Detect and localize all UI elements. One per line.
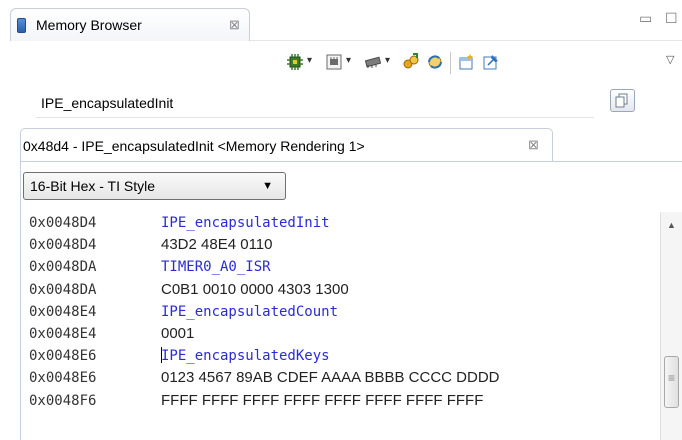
memory-address: 0x0048E6: [29, 370, 97, 387]
memory-data: FFFF FFFF FFFF FFFF FFFF FFFF FFFF FFFF: [161, 391, 484, 409]
memory-browser-tab[interactable]: Memory Browser ⊠: [10, 8, 250, 41]
memory-table[interactable]: 0x0048D4 IPE_encapsulatedInit 0x0048D4 43D…: [20, 212, 660, 412]
view-tab-bar: Memory Browser ⊠ ▭ ☐: [0, 0, 682, 41]
memory-rendering-tab[interactable]: 0x48d4 - IPE_encapsulatedInit <Memory Re…: [20, 128, 553, 162]
import-icon[interactable]: [402, 53, 420, 71]
memory-browser-tab-label: Memory Browser: [36, 17, 142, 33]
chevron-down-icon[interactable]: ▾: [346, 55, 351, 66]
memory-address: 0x0048D4: [29, 215, 97, 231]
address-underline: [36, 117, 594, 118]
chevron-down-icon: ▼: [262, 180, 273, 192]
memory-symbol: TIMER0_A0_ISR: [161, 259, 271, 276]
memory-data: C0B1 0010 0000 4303 1300: [161, 280, 349, 298]
memory-row[interactable]: 0x0048DA TIMER0_A0_ISR: [20, 256, 660, 278]
memory-row[interactable]: 0x0048D4 43D2 48E4 0110: [20, 234, 660, 256]
view-menu-icon[interactable]: ▽: [666, 53, 674, 66]
memory-row[interactable]: 0x0048E4 IPE_encapsulatedCount: [20, 301, 660, 323]
maximize-icon[interactable]: ☐: [665, 10, 678, 27]
memory-symbol: IPE_encapsulatedKeys: [161, 348, 330, 365]
memory-data: 0123 4567 89AB CDEF AAAA BBBB CCCC DDDD: [161, 369, 500, 387]
vertical-scrollbar[interactable]: ▲ ≡: [660, 212, 682, 440]
memory-address: 0x0048D4: [29, 237, 97, 254]
format-select[interactable]: 16-Bit Hex - TI Style ▼: [23, 172, 286, 200]
memory-row[interactable]: 0x0048F6 FFFF FFFF FFFF FFFF FFFF FFFF FF…: [20, 390, 660, 412]
close-icon[interactable]: ⊠: [528, 137, 539, 153]
new-memory-monitor-icon[interactable]: [286, 53, 304, 71]
memory-data: 43D2 48E4 0110: [161, 236, 273, 254]
memory-address: 0x0048DA: [29, 281, 97, 298]
address-input[interactable]: IPE_encapsulatedInit: [36, 93, 599, 113]
memory-row[interactable]: 0x0048E6 IPE_encapsulatedKeys: [20, 345, 660, 367]
load-memory-icon[interactable]: [364, 53, 382, 71]
format-select-value: 16-Bit Hex - TI Style: [30, 178, 156, 194]
memory-address: 0x0048E4: [29, 303, 97, 320]
memory-toolbar: ▾ ▾ ▾ ▽: [282, 51, 682, 74]
memory-symbol: IPE_encapsulatedCount: [161, 303, 339, 320]
memory-address: 0x0048DA: [29, 259, 97, 276]
toolbar-separator: [450, 52, 451, 74]
memory-rendering-icon[interactable]: [325, 53, 343, 71]
rendering-tab-bar: 0x48d4 - IPE_encapsulatedInit <Memory Re…: [0, 124, 682, 162]
memory-row[interactable]: 0x0048DA C0B1 0010 0000 4303 1300: [20, 279, 660, 301]
chevron-down-icon[interactable]: ▾: [385, 55, 390, 66]
rendering-tab-label: 0x48d4 - IPE_encapsulatedInit <Memory Re…: [23, 138, 365, 154]
minimize-icon[interactable]: ▭: [639, 10, 652, 27]
close-icon[interactable]: ⊠: [229, 17, 240, 33]
memory-address: 0x0048E6: [29, 348, 97, 365]
memory-browser-icon: [17, 18, 26, 33]
memory-row[interactable]: 0x0048E6 0123 4567 89AB CDEF AAAA BBBB CC…: [20, 367, 660, 389]
memory-symbol: IPE_encapsulatedInit: [161, 215, 330, 231]
memory-row[interactable]: 0x0048E4 0001: [20, 323, 660, 345]
refresh-icon[interactable]: [426, 53, 444, 71]
memory-data: 0001: [161, 324, 195, 342]
copy-icon: [615, 93, 628, 108]
memory-address: 0x0048F6: [29, 392, 97, 409]
scroll-thumb[interactable]: ≡: [664, 356, 679, 408]
chevron-down-icon[interactable]: ▾: [307, 55, 312, 66]
memory-row[interactable]: 0x0048D4 IPE_encapsulatedInit: [20, 212, 660, 234]
memory-address: 0x0048E4: [29, 325, 97, 342]
go-button[interactable]: [610, 89, 635, 112]
scroll-up-icon[interactable]: ▲: [667, 220, 676, 230]
pin-icon[interactable]: [482, 53, 500, 71]
grip-icon: ≡: [668, 371, 676, 385]
new-tab-icon[interactable]: [458, 53, 476, 71]
